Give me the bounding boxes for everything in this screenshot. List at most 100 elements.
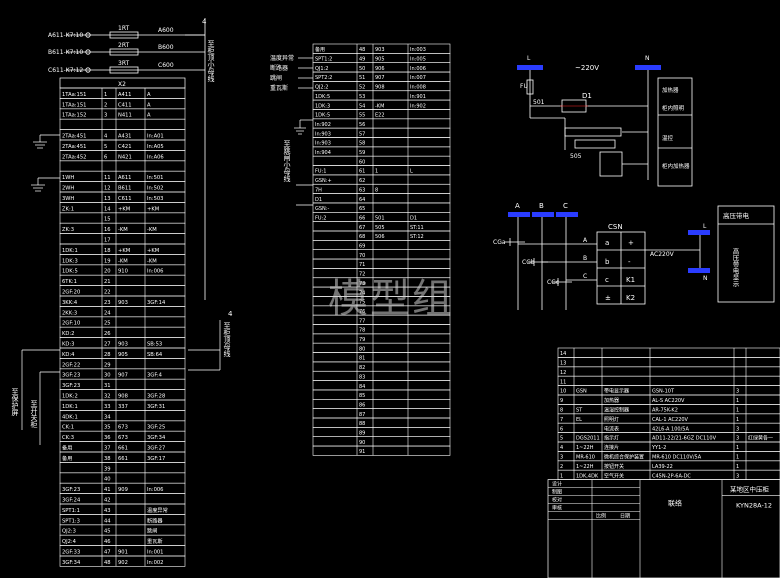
table-cell: 2TAa:451	[62, 134, 86, 140]
table-cell: 59	[359, 150, 365, 156]
svg-text:C: C	[563, 202, 568, 210]
bom-cell: 温湿控制器	[604, 407, 629, 414]
table-cell: 902	[118, 560, 128, 566]
bom-cell: 3	[736, 389, 739, 395]
middle-left-wiring	[294, 57, 313, 206]
table-cell: 1TAa:151	[62, 92, 86, 98]
svg-text:跳闸: 跳闸	[270, 74, 282, 82]
input-name-2: B611-K7:10	[48, 49, 83, 56]
bom-cell: AL-S AC220V	[652, 398, 685, 404]
table-row	[312, 90, 451, 101]
bom-cell: YY1-2	[651, 445, 666, 451]
table-row	[312, 202, 451, 213]
label-approve: 审核	[552, 505, 562, 512]
bom-cell: 11	[560, 379, 566, 385]
table-cell: 8	[375, 187, 378, 193]
table-cell: 20	[104, 269, 111, 275]
table-cell: In:005	[410, 57, 426, 63]
svg-text:501: 501	[533, 99, 545, 106]
table-cell: 4DK:1	[62, 414, 78, 420]
table-cell: 68	[359, 234, 365, 240]
title-block	[547, 479, 780, 578]
table-cell: 83	[359, 374, 365, 380]
bom-cell: 1	[736, 464, 739, 470]
table-cell: In:001	[147, 550, 163, 556]
table-cell: 1TAa:152	[62, 113, 86, 119]
incoming-lines	[66, 18, 206, 300]
bom-cell: 1	[736, 417, 739, 423]
table-cell: 43	[104, 508, 111, 514]
table-cell: SPT1:2	[315, 57, 332, 63]
table-row	[312, 352, 451, 363]
table-cell: 47	[104, 550, 111, 556]
bom-cell: 6	[560, 426, 563, 432]
table-cell: 38	[104, 456, 111, 462]
table-cell: 备用	[62, 444, 72, 452]
bom-cell: 电流表	[604, 425, 619, 432]
svg-text:N: N	[703, 275, 708, 282]
table-cell: 1WH	[62, 175, 74, 181]
label-check: 校对	[552, 497, 562, 504]
table-cell: 28	[104, 352, 111, 358]
table-cell: QJ2:4	[62, 539, 77, 545]
table-cell: 1DK:5	[62, 269, 78, 275]
table-cell: 673	[118, 425, 128, 431]
table-cell: 27	[104, 342, 111, 348]
table-cell: 23	[104, 300, 111, 306]
table-cell: 2GF:22	[62, 362, 80, 368]
drawing-number: KYN28A-12	[736, 502, 772, 510]
table-cell: 661	[118, 456, 128, 462]
table-cell: 69	[359, 244, 365, 250]
table-cell: B611	[118, 186, 131, 192]
vertical-label-busbar: 至柜顶母线	[223, 322, 231, 357]
svg-text:加热器: 加热器	[662, 86, 679, 94]
table-cell: KD:3	[62, 342, 74, 348]
table-cell: 505	[375, 225, 385, 231]
table-cell: 87	[359, 412, 365, 418]
table-cell: 36	[104, 435, 111, 441]
bom-cell: LA39-22	[652, 464, 673, 470]
table-cell: ZK:3	[62, 227, 74, 233]
table-cell: 89	[359, 431, 365, 437]
label-date: 日期	[620, 514, 630, 520]
bom-cell: 按钮开关	[604, 463, 624, 470]
table-cell: 78	[359, 328, 365, 334]
table-cell: 55	[359, 113, 365, 119]
table-cell: 1DK:3	[315, 103, 330, 109]
table-cell: QJ2:2	[315, 85, 328, 91]
bom-cell: 3	[736, 473, 739, 479]
table-cell: 31	[104, 383, 111, 389]
terminal-table-middle: 备用 48 903 In:003SPT1:2 49 905 In:005QJ1:2 50 906…	[312, 43, 451, 456]
table-cell: 3GF:23	[62, 373, 80, 379]
table-cell: 506	[375, 234, 385, 240]
table-cell: 50	[359, 66, 365, 72]
table-cell: 3GF:31	[147, 404, 165, 410]
table-cell: 21	[104, 279, 111, 285]
table-cell: -KM	[147, 258, 157, 264]
bom-cell: 红绿黄各一	[748, 435, 773, 442]
table-cell: CK:1	[62, 425, 74, 431]
table-row	[59, 274, 186, 286]
table-cell: 3GF:23	[62, 383, 80, 389]
table-row	[557, 366, 780, 377]
table-cell: 661	[118, 446, 128, 452]
bom-cell: 带电显示器	[604, 388, 629, 395]
svg-text:K1: K1	[626, 276, 635, 284]
table-row	[59, 212, 186, 224]
table-cell: QJ2:3	[62, 529, 76, 535]
table-cell: 909	[118, 487, 128, 493]
table-cell: In:007	[410, 75, 426, 81]
table-cell: 4	[104, 134, 108, 140]
table-cell: +KM	[147, 248, 159, 254]
table-cell: E22	[375, 113, 385, 119]
table-cell: A	[147, 92, 151, 98]
table-cell: 3GF:24	[62, 498, 81, 504]
svg-text:D1: D1	[582, 92, 592, 100]
table-cell: 2GF:10	[62, 321, 80, 327]
table-cell: SPT1:3	[62, 518, 80, 524]
svg-text:c: c	[605, 276, 609, 284]
table-row	[59, 160, 186, 172]
table-cell: 3GF:28	[147, 394, 165, 400]
fuse-3: 3RT	[118, 60, 130, 67]
label-draw: 制图	[552, 489, 562, 496]
